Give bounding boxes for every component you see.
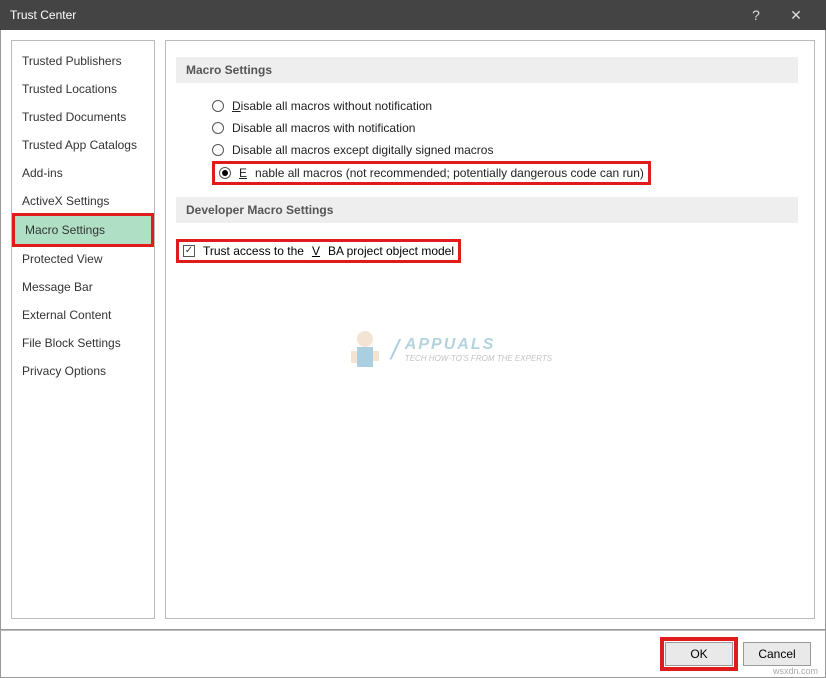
highlight-sidebar-macro: Macro Settings	[12, 213, 154, 247]
sidebar-item-privacy-options[interactable]: Privacy Options	[12, 357, 154, 385]
sidebar-item-trusted-app-catalogs[interactable]: Trusted App Catalogs	[12, 131, 154, 159]
radio-label: Disable all macros except digitally sign…	[232, 143, 493, 157]
watermark: / APPUALS TECH HOW-TO'S FROM THE EXPERTS	[345, 325, 552, 375]
watermark-brand: APPUALS	[405, 336, 495, 353]
sidebar-item-trusted-locations[interactable]: Trusted Locations	[12, 75, 154, 103]
radio-disable-no-notification[interactable]: Disable all macros without notification	[212, 95, 798, 117]
sidebar-item-trusted-documents[interactable]: Trusted Documents	[12, 103, 154, 131]
sidebar-item-add-ins[interactable]: Add-ins	[12, 159, 154, 187]
checkbox-icon	[183, 245, 195, 257]
highlight-trust-vba: Trust access to the VBA project object m…	[176, 235, 798, 263]
dialog-body: Trusted Publishers Trusted Locations Tru…	[0, 30, 826, 630]
sidebar-item-macro-settings[interactable]: Macro Settings	[15, 216, 151, 244]
radio-icon	[212, 100, 224, 112]
radio-icon	[212, 122, 224, 134]
sidebar-item-protected-view[interactable]: Protected View	[12, 245, 154, 273]
highlight-enable-all: Enable all macros (not recommended; pote…	[212, 161, 798, 185]
macro-radio-group: Disable all macros without notification …	[176, 95, 798, 197]
developer-macro-header: Developer Macro Settings	[176, 197, 798, 223]
radio-label: Disable all macros without notification	[232, 99, 432, 113]
sidebar-item-file-block-settings[interactable]: File Block Settings	[12, 329, 154, 357]
titlebar: Trust Center ? ✕	[0, 0, 826, 30]
watermark-sub: TECH HOW-TO'S FROM THE EXPERTS	[405, 354, 552, 363]
macro-settings-header: Macro Settings	[176, 57, 798, 83]
radio-enable-all[interactable]: Enable all macros (not recommended; pote…	[239, 166, 644, 180]
attribution-text: wsxdn.com	[773, 666, 818, 676]
sidebar: Trusted Publishers Trusted Locations Tru…	[11, 40, 155, 619]
help-button[interactable]: ?	[736, 7, 776, 23]
ok-button[interactable]: OK	[665, 642, 733, 666]
main-panel: Macro Settings Disable all macros withou…	[165, 40, 815, 619]
checkbox-trust-vba[interactable]: Trust access to the VBA project object m…	[203, 244, 454, 258]
sidebar-item-activex-settings[interactable]: ActiveX Settings	[12, 187, 154, 215]
close-button[interactable]: ✕	[776, 7, 816, 24]
watermark-mascot-icon	[345, 325, 385, 375]
sidebar-item-message-bar[interactable]: Message Bar	[12, 273, 154, 301]
radio-disable-with-notification[interactable]: Disable all macros with notification	[212, 117, 798, 139]
radio-icon	[219, 167, 231, 179]
window-title: Trust Center	[10, 8, 736, 22]
radio-disable-except-signed[interactable]: Disable all macros except digitally sign…	[212, 139, 798, 161]
radio-label: Disable all macros with notification	[232, 121, 415, 135]
radio-icon	[212, 144, 224, 156]
cancel-button[interactable]: Cancel	[743, 642, 811, 666]
sidebar-item-trusted-publishers[interactable]: Trusted Publishers	[12, 47, 154, 75]
dialog-footer: OK Cancel	[0, 630, 826, 678]
sidebar-item-external-content[interactable]: External Content	[12, 301, 154, 329]
